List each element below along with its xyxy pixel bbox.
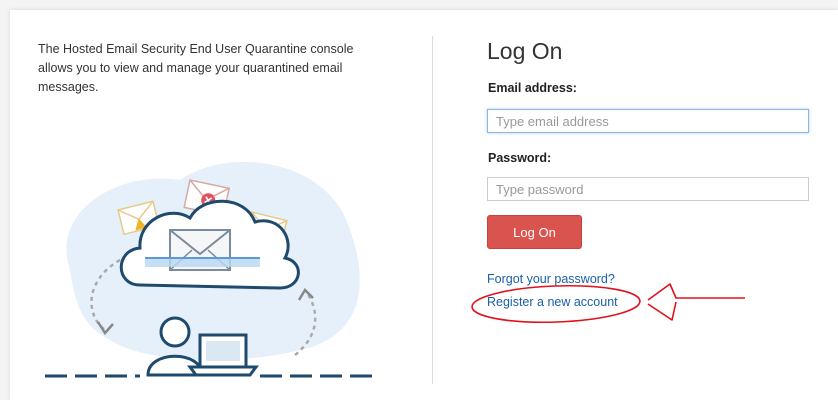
email-label: Email address: — [488, 81, 577, 95]
vertical-divider — [432, 36, 433, 384]
logon-button[interactable]: Log On — [487, 215, 582, 249]
password-field[interactable] — [487, 177, 809, 201]
logon-title: Log On — [487, 38, 563, 64]
scan-beam — [145, 258, 260, 267]
cloud-email-illustration — [45, 161, 375, 378]
password-label: Password: — [488, 151, 552, 165]
email-field[interactable] — [487, 109, 809, 133]
register-annotation — [471, 283, 745, 324]
annotation-arrow — [647, 283, 745, 321]
laptop-icon — [187, 333, 259, 377]
intro-description: The Hosted Email Security End User Quara… — [38, 42, 354, 94]
annotation-circle — [471, 284, 641, 324]
